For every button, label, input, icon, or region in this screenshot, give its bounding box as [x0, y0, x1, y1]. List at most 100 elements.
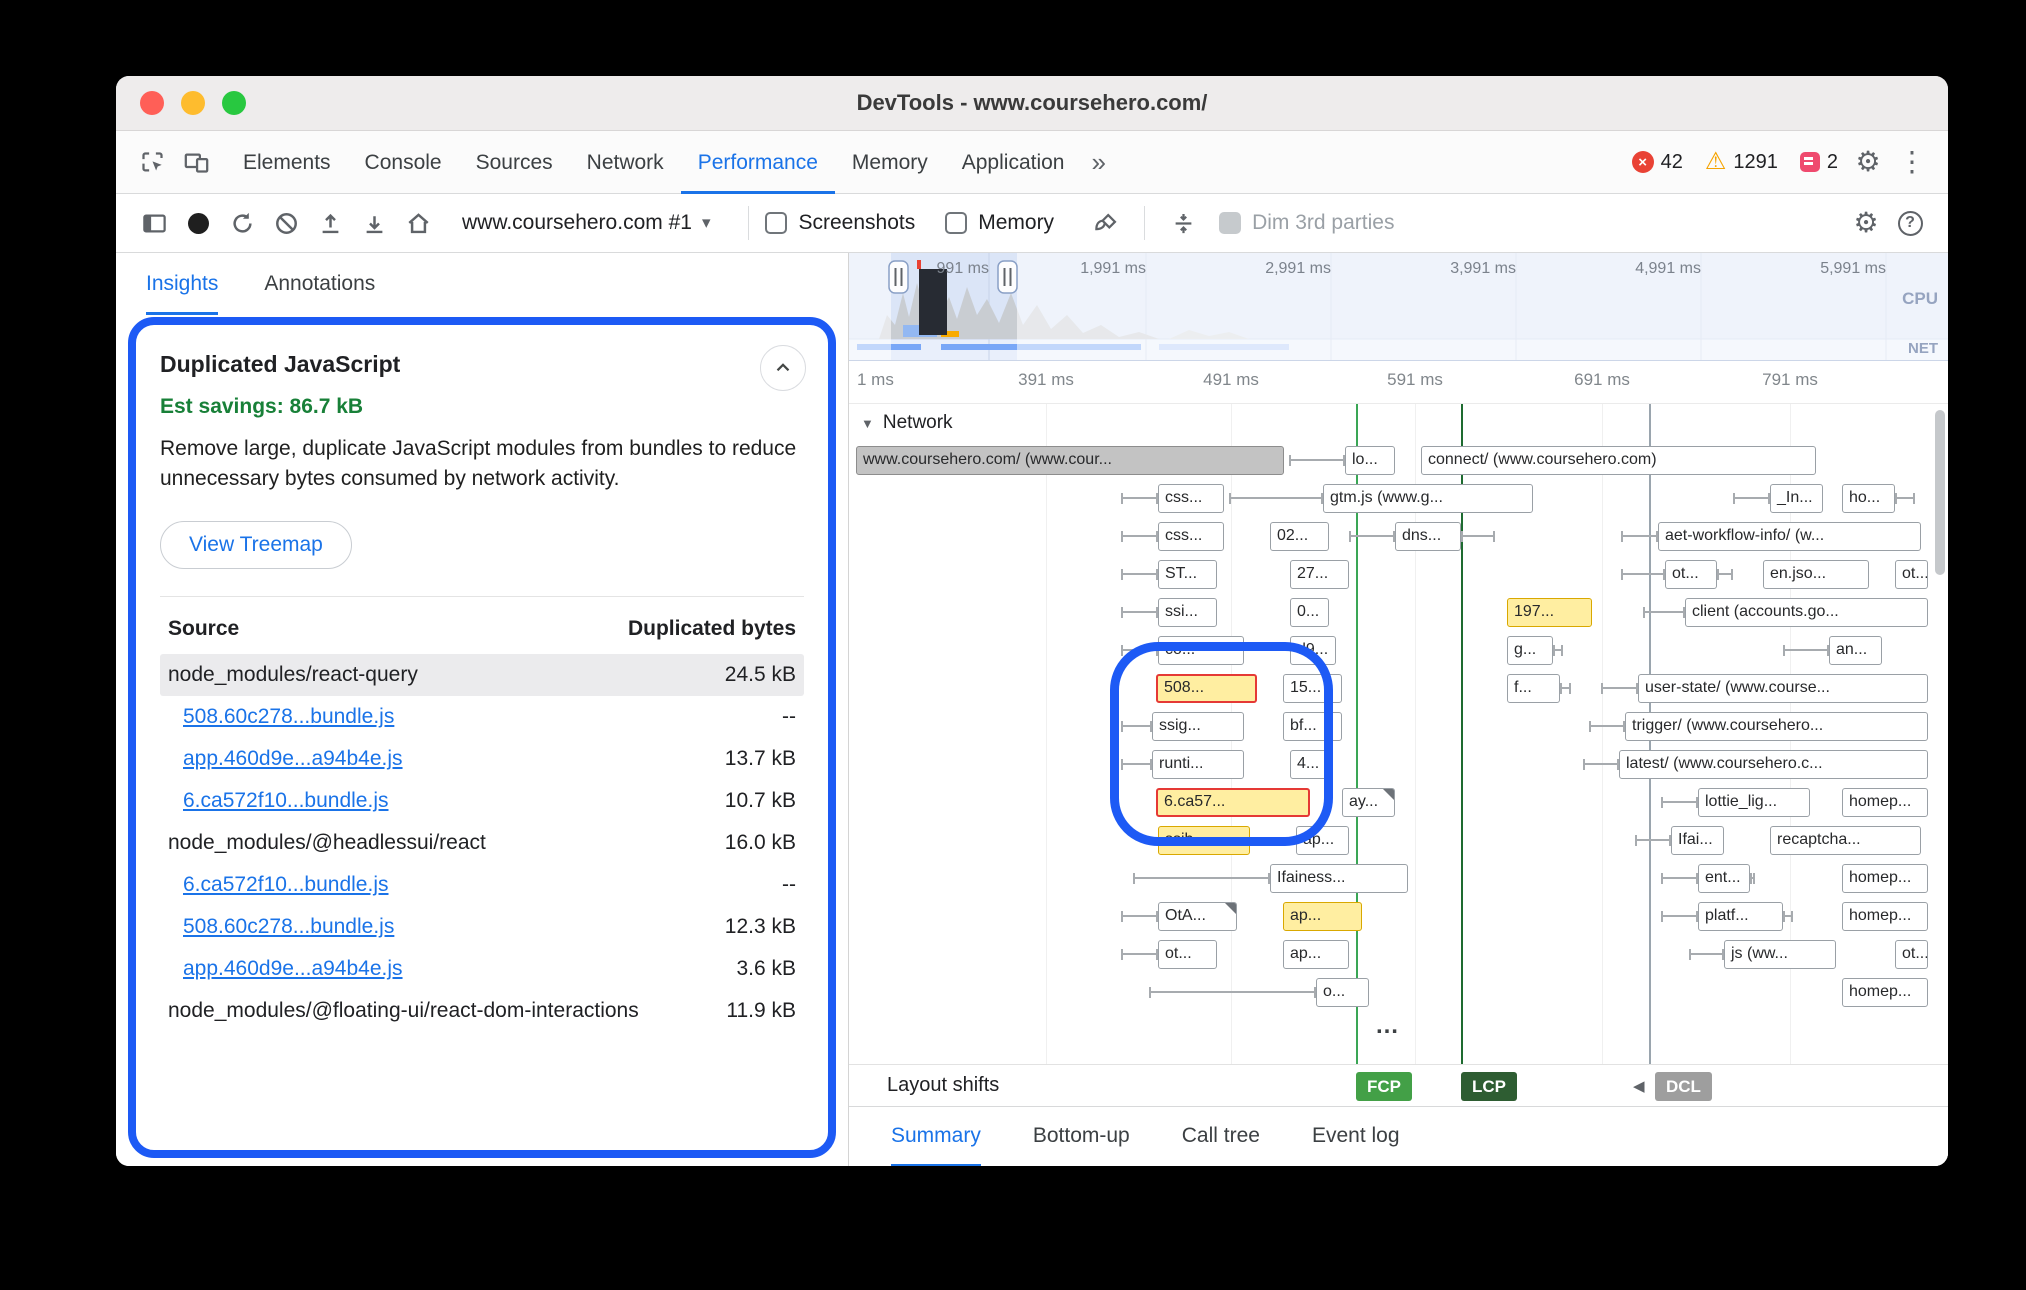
view-treemap-button[interactable]: View Treemap — [160, 521, 352, 569]
timeline-overview[interactable]: 991 ms1,991 ms2,991 ms3,991 ms4,991 ms5,… — [849, 253, 1948, 361]
network-request-bar[interactable]: lo... — [1345, 446, 1395, 475]
toggle-device-toolbar-icon[interactable] — [174, 140, 218, 184]
bottom-tab-event-log[interactable]: Event log — [1312, 1107, 1400, 1167]
collapse-arrows-icon[interactable] — [1161, 201, 1205, 245]
network-request-bar[interactable]: an... — [1829, 636, 1882, 665]
inspect-element-icon[interactable] — [130, 140, 174, 184]
network-request-bar[interactable]: g... — [1507, 636, 1553, 665]
network-request-bar[interactable]: Ifainess... — [1270, 864, 1408, 893]
bundle-link[interactable]: 6.ca572f10...bundle.js — [183, 789, 389, 813]
network-request-bar[interactable]: ot... — [1895, 560, 1928, 589]
insight-table-row[interactable]: node_modules/@floating-ui/react-dom-inte… — [160, 990, 804, 1032]
network-request-bar[interactable]: 27... — [1290, 560, 1349, 589]
bottom-tab-summary[interactable]: Summary — [891, 1107, 981, 1167]
network-request-bar[interactable]: client (accounts.go... — [1685, 598, 1928, 627]
zoom-window-button[interactable] — [222, 91, 246, 115]
network-request-bar[interactable]: css... — [1158, 484, 1224, 513]
minimize-window-button[interactable] — [181, 91, 205, 115]
lcp-marker-badge[interactable]: LCP — [1461, 1072, 1517, 1101]
network-request-bar[interactable]: dns... — [1395, 522, 1461, 551]
network-request-bar[interactable]: homep... — [1842, 788, 1928, 817]
tab-memory[interactable]: Memory — [835, 131, 945, 194]
network-request-bar[interactable]: connect/ (www.coursehero.com) — [1421, 446, 1816, 475]
tab-application[interactable]: Application — [945, 131, 1082, 194]
insight-table-row[interactable]: 6.ca572f10...bundle.js10.7 kB — [160, 780, 804, 822]
network-request-bar[interactable]: homep... — [1842, 902, 1928, 931]
insights-tab-insights[interactable]: Insights — [146, 253, 218, 315]
collect-garbage-brush-icon[interactable] — [1084, 201, 1128, 245]
issues-count-badge[interactable]: 2 — [1800, 151, 1838, 174]
fcp-marker-badge[interactable]: FCP — [1356, 1072, 1412, 1101]
network-request-bar[interactable]: 02... — [1270, 522, 1329, 551]
network-request-bar[interactable]: ap... — [1283, 902, 1362, 931]
insight-table-row[interactable]: 6.ca572f10...bundle.js-- — [160, 864, 804, 906]
network-request-bar[interactable]: ssib... — [1158, 826, 1250, 855]
bottom-tab-call-tree[interactable]: Call tree — [1182, 1107, 1260, 1167]
network-request-bar[interactable]: OtA... — [1158, 902, 1237, 931]
network-request-bar[interactable]: ST... — [1158, 560, 1217, 589]
screenshots-checkbox-box[interactable] — [765, 212, 787, 234]
network-request-bar[interactable]: 15... — [1283, 674, 1342, 703]
network-request-bar[interactable]: Ifai... — [1671, 826, 1724, 855]
network-request-bar[interactable]: 6.ca57... — [1156, 788, 1310, 817]
network-request-bar[interactable]: _In... — [1770, 484, 1823, 513]
profile-selector[interactable]: www.coursehero.com #1 ▾ — [462, 211, 710, 235]
insight-table-row[interactable]: app.460d9e...a94b4e.js13.7 kB — [160, 738, 804, 780]
insight-table-row[interactable]: node_modules/@headlessui/react16.0 kB — [160, 822, 804, 864]
network-request-bar[interactable]: ho... — [1842, 484, 1895, 513]
insight-table-row[interactable]: 508.60c278...bundle.js12.3 kB — [160, 906, 804, 948]
network-request-bar[interactable]: ap... — [1296, 826, 1349, 855]
network-request-bar[interactable]: o... — [1316, 978, 1369, 1007]
memory-checkbox[interactable]: Memory — [945, 211, 1054, 235]
network-request-bar[interactable]: latest/ (www.coursehero.c... — [1619, 750, 1928, 779]
tab-network[interactable]: Network — [570, 131, 681, 194]
network-request-bar[interactable]: ssig... — [1152, 712, 1244, 741]
network-request-bar[interactable]: js (ww... — [1724, 940, 1836, 969]
bundle-link[interactable]: 508.60c278...bundle.js — [183, 705, 394, 729]
insights-tab-annotations[interactable]: Annotations — [264, 253, 375, 315]
network-request-bar[interactable]: bf... — [1283, 712, 1342, 741]
bundle-link[interactable]: app.460d9e...a94b4e.js — [183, 747, 403, 771]
insight-table-row[interactable]: app.460d9e...a94b4e.js3.6 kB — [160, 948, 804, 990]
memory-checkbox-box[interactable] — [945, 212, 967, 234]
network-request-bar[interactable]: ssi... — [1158, 598, 1217, 627]
bundle-link[interactable]: 508.60c278...bundle.js — [183, 915, 394, 939]
download-profile-icon[interactable] — [352, 201, 396, 245]
network-request-bar[interactable]: aet-workflow-info/ (w... — [1658, 522, 1921, 551]
dim-3rd-parties-checkbox[interactable]: Dim 3rd parties — [1219, 211, 1394, 235]
toggle-sidebar-icon[interactable] — [132, 201, 176, 245]
network-request-bar[interactable]: lottie_lig... — [1698, 788, 1810, 817]
record-button[interactable] — [176, 201, 220, 245]
network-request-bar[interactable]: ot... — [1665, 560, 1717, 589]
insight-table-row[interactable]: 508.60c278...bundle.js-- — [160, 696, 804, 738]
network-request-bar[interactable]: www.coursehero.com/ (www.cour... — [856, 446, 1284, 475]
network-request-bar[interactable]: 508... — [1156, 674, 1257, 703]
network-request-bar[interactable]: 0... — [1290, 598, 1329, 627]
network-request-bar[interactable]: ent... — [1698, 864, 1750, 893]
dcl-marker-badge[interactable]: DCL — [1655, 1072, 1712, 1101]
network-request-bar[interactable]: homep... — [1842, 864, 1928, 893]
network-request-bar[interactable]: ap... — [1283, 940, 1349, 969]
network-request-bar[interactable]: d9... — [1290, 636, 1336, 665]
clear-recording-icon[interactable] — [264, 201, 308, 245]
more-tabs-icon[interactable]: » — [1081, 147, 1115, 178]
bundle-link[interactable]: app.460d9e...a94b4e.js — [183, 957, 403, 981]
tab-performance[interactable]: Performance — [681, 131, 835, 194]
perf-settings-gear-icon[interactable]: ⚙ — [1844, 201, 1888, 245]
network-request-bar[interactable]: gtm.js (www.g... — [1323, 484, 1533, 513]
tab-console[interactable]: Console — [348, 131, 459, 194]
network-request-bar[interactable]: ot... — [1158, 940, 1217, 969]
network-request-bar[interactable]: css... — [1158, 522, 1224, 551]
upload-profile-icon[interactable] — [308, 201, 352, 245]
network-request-bar[interactable]: 197... — [1507, 598, 1592, 627]
close-window-button[interactable] — [140, 91, 164, 115]
screenshots-checkbox[interactable]: Screenshots — [765, 211, 915, 235]
more-options-kebab-icon[interactable]: ⋮ — [1890, 140, 1934, 184]
network-request-bar[interactable]: user-state/ (www.course... — [1638, 674, 1928, 703]
network-section-toggle[interactable]: ▼ Network — [849, 404, 953, 442]
bottom-tab-bottom-up[interactable]: Bottom-up — [1033, 1107, 1130, 1167]
titlebar[interactable]: DevTools - www.coursehero.com/ — [116, 76, 1948, 131]
tab-sources[interactable]: Sources — [459, 131, 570, 194]
network-request-bar[interactable]: homep... — [1842, 978, 1928, 1007]
network-request-bar[interactable]: co... — [1158, 636, 1244, 665]
